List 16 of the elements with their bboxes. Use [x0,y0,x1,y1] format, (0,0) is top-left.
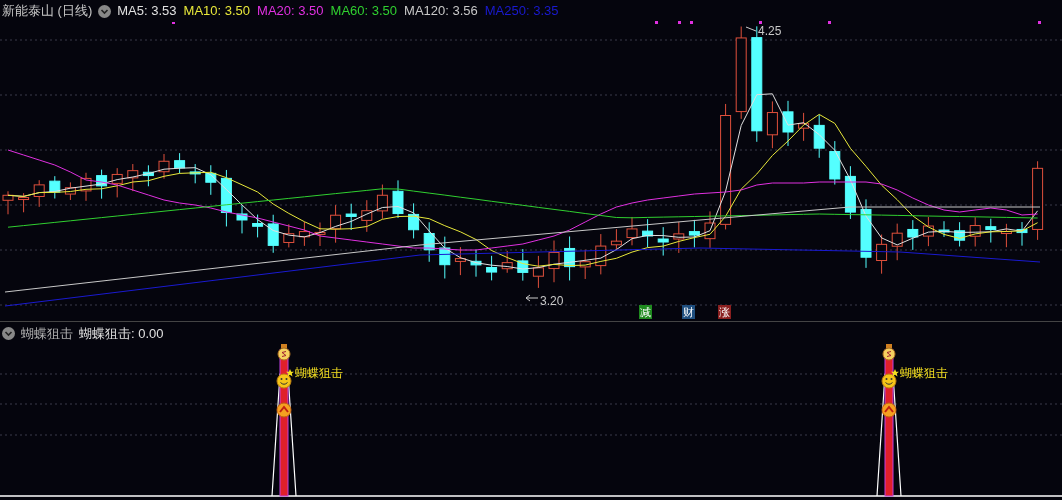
indicator-value: MA60: 3.50 [330,2,398,21]
event-marker: 减 [639,305,652,319]
indicator-title: 蝴蝶狙击 [21,325,73,343]
event-marker: 财 [682,305,695,319]
chart-title: 新能泰山 (日线) [2,2,93,21]
indicator-value: 蝴蝶狙击: 0.00 [79,325,164,343]
signal-label: 蝴蝶狙击 [900,365,948,381]
signal-label: 蝴蝶狙击 [295,365,343,381]
indicator-value: MA120: 3.56 [404,2,478,21]
indicator-value: MA5: 3.53 [117,2,177,21]
indicator-value: MA250: 3.35 [484,2,559,21]
price-label: 3.20 [540,293,564,310]
event-marker: 涨 [718,305,731,319]
price-label: 4.25 [758,23,782,40]
indicator-value: MA20: 3.50 [257,2,324,21]
indicator-value: MA10: 3.50 [183,2,251,21]
